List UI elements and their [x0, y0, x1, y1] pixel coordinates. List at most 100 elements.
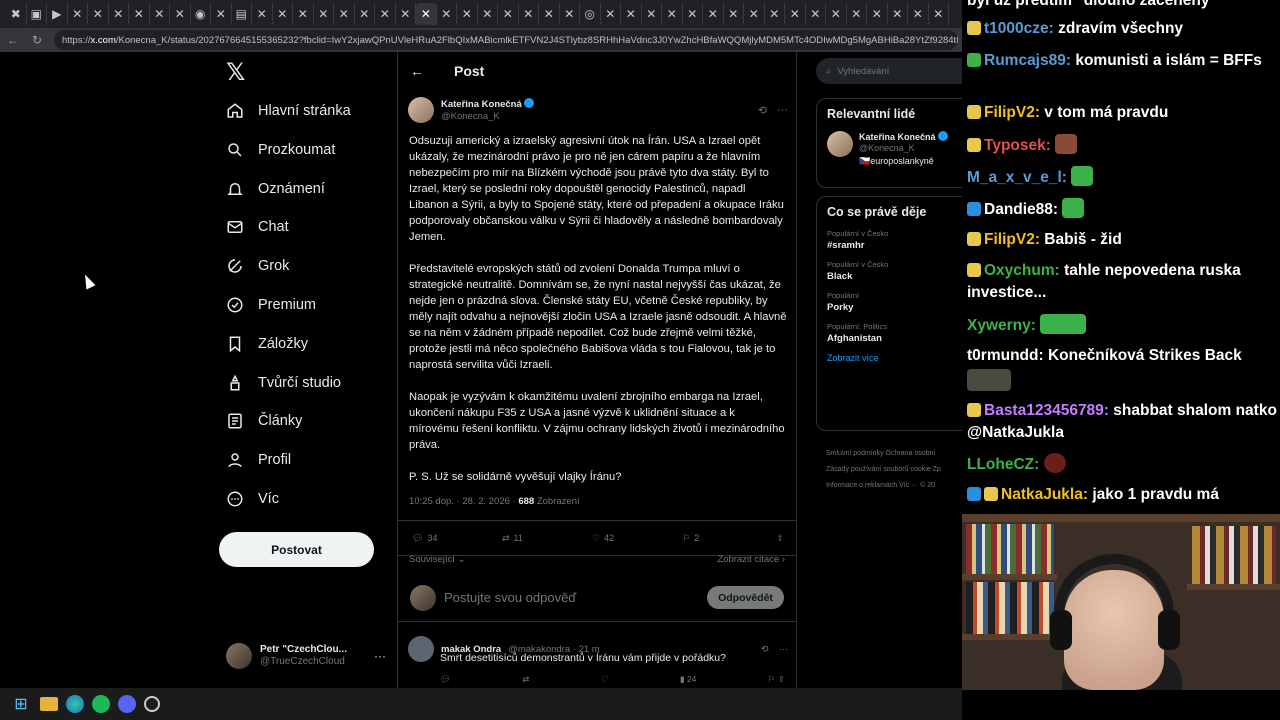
- browser-tab[interactable]: ✕: [293, 3, 314, 25]
- browser-tab[interactable]: ✕: [867, 3, 888, 25]
- chat-username[interactable]: Basta123456789:: [984, 402, 1113, 419]
- chat-username[interactable]: Xywerny:: [967, 317, 1040, 334]
- url-field[interactable]: https://x.com/Konecna_K/status/202767664…: [54, 30, 958, 50]
- browser-tab[interactable]: ▣: [27, 3, 47, 25]
- more-dots-icon[interactable]: ···: [777, 104, 788, 117]
- browser-tab[interactable]: ✕: [847, 3, 867, 25]
- reply-button[interactable]: Odpovědět: [707, 586, 784, 609]
- search-input[interactable]: ⌕ Vyhledávání: [816, 58, 962, 84]
- browser-tab[interactable]: ✕: [744, 3, 765, 25]
- browser-tab[interactable]: ✕: [683, 3, 703, 25]
- browser-tab[interactable]: ✕: [252, 3, 273, 25]
- discord-icon[interactable]: [118, 695, 136, 713]
- chat-username[interactable]: FilipV2:: [984, 231, 1044, 248]
- nav-item-premium[interactable]: Premium: [226, 290, 316, 320]
- show-more-link[interactable]: Zobrazit více: [827, 353, 962, 363]
- chat-username[interactable]: Oxychum:: [984, 262, 1064, 279]
- nav-item-prozkoumat[interactable]: Prozkoumat: [226, 135, 335, 165]
- chat-username[interactable]: Rumcajs89:: [984, 52, 1075, 69]
- relevant-person[interactable]: Kateřina Konečná @Konecna_K 🇨🇿europoslan…: [827, 131, 962, 167]
- browser-tab[interactable]: ✕: [396, 3, 416, 25]
- browser-tab[interactable]: ✕: [355, 3, 375, 25]
- tweet-time[interactable]: 10:25 dop. · 28. 2. 2026 ·: [409, 496, 518, 507]
- nav-item-hlavn-str-nka[interactable]: Hlavní stránka: [226, 96, 351, 126]
- browser-tab[interactable]: ✕: [68, 3, 88, 25]
- avatar[interactable]: [408, 97, 434, 123]
- views-icon[interactable]: ▮ 24: [680, 674, 697, 685]
- post-button[interactable]: Postovat: [219, 532, 374, 567]
- windows-start-icon[interactable]: ⊞: [10, 693, 32, 715]
- nav-item--l-nky[interactable]: Články: [226, 406, 302, 436]
- browser-tab[interactable]: ✕: [498, 3, 519, 25]
- browser-tab[interactable]: ✕: [929, 3, 949, 25]
- bookmark-icon[interactable]: ⚐ ⇪: [768, 674, 785, 685]
- nav-item-ozn-men-[interactable]: Oznámení: [226, 174, 325, 204]
- browser-tab[interactable]: ✕: [703, 3, 724, 25]
- x-logo-icon[interactable]: 𝕏: [226, 60, 252, 86]
- browser-tab[interactable]: ✕: [334, 3, 355, 25]
- chat-username[interactable]: NatkaJukla:: [1001, 486, 1092, 503]
- heart-icon[interactable]: ♡: [601, 674, 609, 685]
- browser-tab[interactable]: ✕: [273, 3, 293, 25]
- trend-item[interactable]: Populární Porky: [827, 291, 962, 313]
- reply-input[interactable]: Postujte svou odpověď: [444, 590, 699, 605]
- edge-browser-icon[interactable]: [66, 695, 84, 713]
- browser-tab[interactable]: ✕: [478, 3, 498, 25]
- footer-line[interactable]: Smluvní podmínky Ochrana osobní: [826, 446, 962, 462]
- chat-username[interactable]: t0rmundd:: [967, 347, 1048, 364]
- bookmark-action[interactable]: ⚐ 2: [682, 533, 772, 544]
- browser-tab[interactable]: ✕: [150, 3, 170, 25]
- browser-tab[interactable]: ✕: [416, 3, 437, 25]
- nav-item-chat[interactable]: Chat: [226, 212, 289, 242]
- browser-tab[interactable]: ✕: [888, 3, 908, 25]
- browser-tab[interactable]: ✕: [785, 3, 806, 25]
- browser-tab[interactable]: ✕: [826, 3, 847, 25]
- comment-icon[interactable]: 💬︎: [440, 674, 451, 685]
- browser-tab[interactable]: ▶: [47, 3, 68, 25]
- chat-username[interactable]: Dandie88:: [984, 201, 1062, 218]
- chat-username[interactable]: t1000cze:: [984, 20, 1058, 37]
- reply-action[interactable]: 💬︎ 34: [412, 533, 502, 544]
- show-quotes-link[interactable]: Zobrazit citace ›: [717, 554, 785, 565]
- chat-username[interactable]: M_a_x_v_e_l:: [967, 169, 1071, 186]
- reload-icon[interactable]: ↻: [30, 33, 44, 47]
- browser-tab[interactable]: ✕: [642, 3, 662, 25]
- browser-tab[interactable]: ✕: [908, 3, 929, 25]
- account-switcher[interactable]: Petr "CzechClou... @TrueCzechCloud ···: [226, 640, 386, 672]
- footer-line[interactable]: Informace o reklamách Víc ··· © 20: [826, 478, 962, 494]
- browser-tab[interactable]: ✕: [806, 3, 826, 25]
- reply-tweet[interactable]: makak Ondra @makakondra · 21 m ⟲ ··· Smrt…: [408, 636, 788, 684]
- like-action[interactable]: ♡ 42: [592, 533, 682, 544]
- nav-item-profil[interactable]: Profil: [226, 445, 291, 475]
- back-arrow-icon[interactable]: ←: [410, 63, 424, 79]
- footer-line[interactable]: Zásady používání souborů cookie Zp: [826, 462, 962, 478]
- browser-tab[interactable]: ✕: [88, 3, 109, 25]
- browser-tab[interactable]: ✕: [437, 3, 457, 25]
- browser-tab[interactable]: ✕: [765, 3, 785, 25]
- browser-tab[interactable]: ✕: [457, 3, 478, 25]
- chat-username[interactable]: LLoheCZ:: [967, 456, 1044, 473]
- chat-username[interactable]: FilipV2:: [984, 104, 1044, 121]
- browser-tab[interactable]: ✕: [662, 3, 683, 25]
- repost-action[interactable]: ⇄ 11: [502, 533, 592, 544]
- browser-tab[interactable]: ✕: [129, 3, 150, 25]
- trend-item[interactable]: Populární: Politics Afghanistan: [827, 322, 962, 344]
- browser-tab[interactable]: ✕: [560, 3, 580, 25]
- back-arrow-icon[interactable]: ←: [6, 33, 20, 47]
- browser-tab[interactable]: ✕: [109, 3, 129, 25]
- grok-icon[interactable]: ⟲: [758, 104, 767, 117]
- avatar[interactable]: [408, 636, 434, 662]
- browser-tab[interactable]: ✕: [211, 3, 232, 25]
- more-dots-icon[interactable]: ···: [374, 649, 386, 663]
- file-explorer-icon[interactable]: [40, 697, 58, 711]
- browser-tab[interactable]: ✕: [724, 3, 744, 25]
- author-name[interactable]: Kateřina Konečná: [441, 99, 522, 110]
- spotify-icon[interactable]: [92, 695, 110, 713]
- browser-tab[interactable]: ✕: [539, 3, 560, 25]
- browser-tab[interactable]: ◉: [191, 3, 211, 25]
- chat-username[interactable]: Typosek:: [984, 137, 1055, 154]
- avatar[interactable]: [827, 131, 853, 157]
- browser-tab[interactable]: ✕: [519, 3, 539, 25]
- nav-item-z-lo-ky[interactable]: Záložky: [226, 329, 308, 359]
- nav-item-grok[interactable]: Grok: [226, 251, 289, 281]
